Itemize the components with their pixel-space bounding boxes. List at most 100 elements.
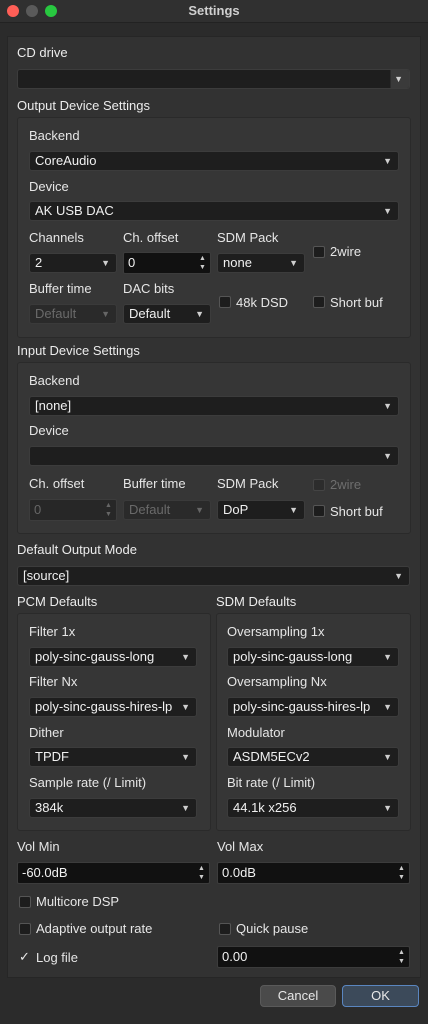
sdm-os1x-value: poly-sinc-gauss-long	[233, 649, 353, 664]
output-choffset-label: Ch. offset	[123, 230, 179, 245]
input-sdmpack-select[interactable]: DoP ▼	[217, 500, 305, 520]
output-mode-select[interactable]: [source] ▼	[17, 566, 410, 586]
output-device-label: Device	[29, 179, 69, 194]
title-bar: Settings	[0, 0, 428, 23]
output-sdmpack-value: none	[223, 255, 252, 270]
input-shortbuf-label: Short buf	[330, 504, 383, 519]
sdm-modulator-label: Modulator	[227, 725, 285, 740]
pcm-samplerate-value: 384k	[35, 800, 64, 815]
vol-min-spinbox[interactable]: -60.0dB ▲ ▼	[17, 862, 210, 884]
pcm-samplerate-select[interactable]: 384k ▼	[29, 798, 197, 818]
chevron-down-icon: ▼	[101, 309, 110, 319]
output-channels-select[interactable]: 2 ▼	[29, 253, 117, 273]
spinner-arrows-icon[interactable]: ▲ ▼	[396, 948, 407, 966]
sdm-modulator-select[interactable]: ASDM5ECv2 ▼	[227, 747, 399, 767]
chevron-down-icon: ▼	[181, 702, 190, 712]
ok-button[interactable]: OK	[342, 985, 419, 1007]
pcm-filter1x-label: Filter 1x	[29, 624, 76, 639]
input-backend-select[interactable]: [none] ▼	[29, 396, 399, 416]
spinner-arrows-icon[interactable]: ▲ ▼	[196, 864, 207, 882]
log-file-value: 0.00	[222, 949, 248, 964]
pcm-filter1x-select[interactable]: poly-sinc-gauss-long ▼	[29, 647, 197, 667]
chevron-down-icon: ▼	[195, 309, 204, 319]
output-backend-select[interactable]: CoreAudio ▼	[29, 151, 399, 171]
input-sdmpack-value: DoP	[223, 502, 249, 517]
chevron-down-icon: ▼	[289, 258, 298, 268]
pcm-filter1x-value: poly-sinc-gauss-long	[35, 649, 155, 664]
pcm-filternx-select[interactable]: poly-sinc-gauss-hires-lp ▼	[29, 697, 197, 717]
input-choffset-spinbox[interactable]: 0 ▲ ▼	[29, 499, 117, 521]
output-buffer-select[interactable]: Default ▼	[29, 304, 117, 324]
log-file-spinbox[interactable]: 0.00 ▲ ▼	[217, 946, 410, 968]
output-dacbits-select[interactable]: Default ▼	[123, 304, 211, 324]
input-device-select[interactable]: ▼	[29, 446, 399, 466]
input-buffer-select[interactable]: Default ▼	[123, 500, 211, 520]
quick-pause-label: Quick pause	[236, 921, 309, 936]
pcm-filternx-value: poly-sinc-gauss-hires-lp	[35, 699, 173, 714]
pcm-filternx-label: Filter Nx	[29, 674, 78, 689]
cancel-button[interactable]: Cancel	[260, 985, 336, 1007]
input-backend-value: [none]	[35, 398, 72, 413]
input-buffer-value: Default	[129, 502, 171, 517]
spinner-arrows-icon[interactable]: ▲ ▼	[396, 864, 407, 882]
vol-max-value: 0.0dB	[222, 865, 256, 880]
multicore-dsp-checkbox[interactable]	[19, 896, 31, 908]
chevron-down-icon: ▼	[383, 803, 392, 813]
sdm-bitrate-value: 44.1k x256	[233, 800, 297, 815]
cd-drive-label: CD drive	[17, 45, 68, 60]
sdm-os1x-select[interactable]: poly-sinc-gauss-long ▼	[227, 647, 399, 667]
output-shortbuf-checkbox[interactable]	[313, 296, 325, 308]
log-file-checkbox[interactable]: ✓	[19, 949, 32, 965]
input-buffer-label: Buffer time	[123, 476, 186, 491]
input-shortbuf-checkbox[interactable]	[313, 505, 325, 517]
multicore-dsp-label: Multicore DSP	[36, 894, 120, 909]
chevron-down-icon: ▼	[383, 702, 392, 712]
vol-max-label: Vol Max	[217, 839, 264, 854]
sdm-os1x-label: Oversampling 1x	[227, 624, 325, 639]
vol-max-spinbox[interactable]: 0.0dB ▲ ▼	[217, 862, 410, 884]
adaptive-rate-checkbox[interactable]	[19, 923, 31, 935]
chevron-down-icon: ▼	[383, 652, 392, 662]
output-dacbits-label: DAC bits	[123, 281, 175, 296]
output-shortbuf-label: Short buf	[330, 295, 383, 310]
chevron-down-icon: ▼	[181, 752, 190, 762]
output-device-section-title: Output Device Settings	[17, 98, 150, 113]
output-device-select[interactable]: AK USB DAC ▼	[29, 201, 399, 221]
chevron-down-icon: ▼	[195, 505, 204, 515]
input-2wire-checkbox[interactable]	[313, 479, 325, 491]
chevron-down-icon: ▼	[101, 258, 110, 268]
vol-min-label: Vol Min	[17, 839, 60, 854]
sdm-osnx-select[interactable]: poly-sinc-gauss-hires-lp ▼	[227, 697, 399, 717]
output-2wire-checkbox[interactable]	[313, 246, 325, 258]
input-choffset-value: 0	[34, 502, 42, 517]
sdm-bitrate-select[interactable]: 44.1k x256 ▼	[227, 798, 399, 818]
spinner-arrows-icon[interactable]: ▲ ▼	[103, 501, 114, 519]
pcm-samplerate-label: Sample rate (/ Limit)	[29, 775, 147, 790]
chevron-down-icon: ▼	[383, 451, 392, 461]
sdm-defaults-section-title: SDM Defaults	[216, 594, 297, 609]
output-48kdsd-checkbox[interactable]	[219, 296, 231, 308]
output-backend-value: CoreAudio	[35, 153, 97, 168]
output-2wire-label: 2wire	[330, 244, 362, 259]
sdm-osnx-value: poly-sinc-gauss-hires-lp	[233, 699, 371, 714]
spinner-arrows-icon[interactable]: ▲ ▼	[197, 254, 208, 272]
adaptive-rate-label: Adaptive output rate	[36, 921, 153, 936]
chevron-down-icon: ▼	[394, 571, 403, 581]
chevron-down-icon: ▼	[181, 652, 190, 662]
pcm-dither-value: TPDF	[35, 749, 69, 764]
quick-pause-checkbox[interactable]	[219, 923, 231, 935]
output-choffset-spinbox[interactable]: 0 ▲ ▼	[123, 252, 211, 274]
chevron-down-icon: ▼	[383, 156, 392, 166]
cd-drive-select[interactable]: ▼	[17, 69, 410, 89]
output-dacbits-value: Default	[129, 306, 171, 321]
chevron-down-icon: ▼	[394, 74, 403, 84]
output-sdmpack-select[interactable]: none ▼	[217, 253, 305, 273]
checkmark-icon: ✓	[19, 949, 30, 964]
output-channels-value: 2	[35, 255, 43, 270]
pcm-dither-label: Dither	[29, 725, 64, 740]
pcm-dither-select[interactable]: TPDF ▼	[29, 747, 197, 767]
input-choffset-label: Ch. offset	[29, 476, 85, 491]
chevron-down-icon: ▼	[383, 752, 392, 762]
chevron-down-icon: ▼	[289, 505, 298, 515]
input-2wire-label: 2wire	[330, 477, 362, 492]
